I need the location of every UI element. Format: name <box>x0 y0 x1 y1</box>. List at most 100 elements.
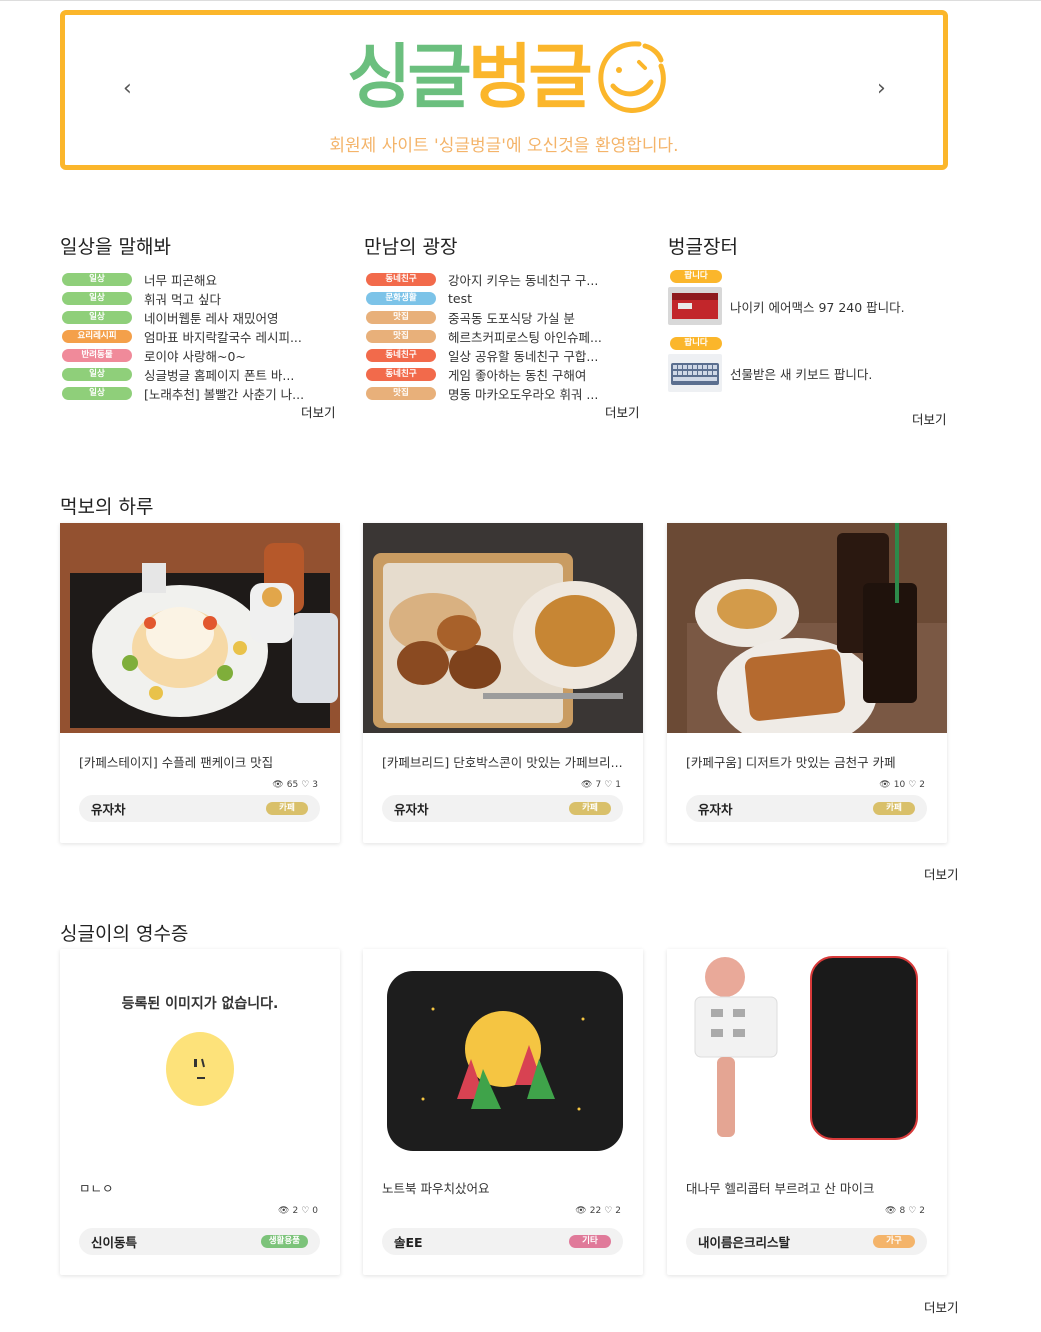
market-item-title: 나이키 에어맥스 97 240 팝니다. <box>730 299 905 315</box>
like-count: 2 <box>615 1206 621 1216</box>
market-item[interactable]: 팝니다 나이키 에어맥스 97 240 팝니다. <box>668 270 948 337</box>
board-post[interactable]: 일상 네이버웹툰 레사 재밌어영 <box>60 308 340 327</box>
post-title: 로이야 사랑해~0~ <box>144 349 246 364</box>
category-badge: 팝니다 <box>670 337 722 350</box>
more-link-receipts[interactable]: 더보기 <box>924 1297 959 1316</box>
board-post[interactable]: 맛집 중곡동 도포식당 가실 분 <box>364 308 644 327</box>
board-daily: 일상을 말해봐 일상 너무 피곤해요 일상 휘궈 먹고 싶다 일상 네이버웹툰 레사 재밌… <box>60 232 340 403</box>
post-title: 명동 마카오도우라오 휘궈 ... <box>448 387 599 402</box>
post-title: 네이버웹툰 레사 재밌어영 <box>144 311 279 326</box>
board-post[interactable]: 맛집 명동 마카오도우라오 휘궈 ... <box>364 384 644 403</box>
board-post[interactable]: 문화생활 test <box>364 289 644 308</box>
card-stats: 👁 7 ♡ 1 <box>581 780 621 790</box>
card-footer: 신이동특 생활용품 <box>79 1228 320 1255</box>
post-title: 강아지 키우는 동네친구 구... <box>448 273 599 288</box>
hero-banner: ‹ 싱글벙글 › 회원제 사이트 '싱글벙글'에 오신것을 환영합니다. <box>60 10 948 170</box>
receipt-card[interactable]: 대나무 헬리콥터 부르려고 산 마이크 👁 8 ♡ 2 내이름은크리스탈 가구 <box>667 949 947 1275</box>
author-name[interactable]: 솔EE <box>394 1232 423 1251</box>
board-post[interactable]: 일상 [노래추천] 볼빨간 사춘기 나... <box>60 384 340 403</box>
like-count: 0 <box>312 1206 318 1216</box>
eye-icon: 👁 <box>879 780 891 790</box>
card-footer: 내이름은크리스탈 가구 <box>686 1228 927 1255</box>
no-image-text: 등록된 이미지가 없습니다. <box>121 996 279 1012</box>
author-name[interactable]: 내이름은크리스탈 <box>698 1232 790 1251</box>
like-count: 2 <box>919 780 925 790</box>
post-title: [노래추천] 볼빨간 사춘기 나... <box>144 387 305 402</box>
smiley-icon <box>598 41 666 113</box>
pancake-photo <box>60 523 340 733</box>
post-title: 너무 피곤해요 <box>144 273 217 288</box>
category-badge: 맛집 <box>366 330 436 343</box>
view-count: 7 <box>595 780 602 790</box>
card-footer: 유자차 카페 <box>382 795 623 822</box>
heart-icon: ♡ <box>301 780 310 790</box>
more-link-daily[interactable]: 더보기 <box>301 402 336 421</box>
like-count: 1 <box>615 780 621 790</box>
food-card[interactable]: [카페스테이지] 수플레 팬케이크 맛집 👁 65 ♡ 3 유자차 카페 <box>60 523 340 843</box>
like-count: 2 <box>919 1206 925 1216</box>
more-link-meeting[interactable]: 더보기 <box>605 402 640 421</box>
board-post[interactable]: 요리레시피 엄마표 바지락칼국수 레시피... <box>60 327 340 346</box>
moon-face-icon <box>166 1032 234 1106</box>
card-title: 노트북 파우치샀어요 <box>382 1181 490 1196</box>
receipt-card[interactable]: 등록된 이미지가 없습니다. ㅁㄴㅇ 👁 2 ♡ 0 신이동특 생활용품 <box>60 949 340 1275</box>
heart-icon: ♡ <box>908 1206 917 1216</box>
author-name[interactable]: 유자차 <box>394 799 429 818</box>
card-footer: 유자차 카페 <box>686 795 927 822</box>
waffle-photo <box>667 523 947 733</box>
food-card[interactable]: [카페브리드] 단호박스콘이 맛있는 가페브리... 👁 7 ♡ 1 유자차 카페 <box>363 523 643 843</box>
logo-text: 싱글벙글 <box>347 36 593 118</box>
heart-icon: ♡ <box>604 780 613 790</box>
card-footer: 솔EE 기타 <box>382 1228 623 1255</box>
market-item[interactable]: 팝니다 선물받은 새 키보드 팝니다. <box>668 337 948 404</box>
prev-slide-icon[interactable]: ‹ <box>123 78 139 100</box>
board-title[interactable]: 만남의 광장 <box>364 232 644 258</box>
more-link-food[interactable]: 더보기 <box>924 864 959 883</box>
card-title: [카페스테이지] 수플레 팬케이크 맛집 <box>79 755 274 770</box>
author-name[interactable]: 신이동특 <box>91 1232 137 1251</box>
eye-icon: 👁 <box>581 780 593 790</box>
view-count: 10 <box>893 780 906 790</box>
post-title: test <box>448 291 473 306</box>
board-post[interactable]: 맛집 헤르츠커피로스팅 아인슈페... <box>364 327 644 346</box>
receipt-card[interactable]: 노트북 파우치샀어요 👁 22 ♡ 2 솔EE 기타 <box>363 949 643 1275</box>
card-stats: 👁 10 ♡ 2 <box>879 780 925 790</box>
post-title: 휘궈 먹고 싶다 <box>144 292 221 307</box>
category-badge: 문화생활 <box>366 292 436 305</box>
board-post[interactable]: 일상 싱글벙글 홈페이지 폰트 바... <box>60 365 340 384</box>
card-stats: 👁 65 ♡ 3 <box>272 780 318 790</box>
category-badge: 카페 <box>873 802 915 815</box>
eye-icon: 👁 <box>278 1206 290 1216</box>
next-slide-icon[interactable]: › <box>877 78 893 100</box>
heart-icon: ♡ <box>908 780 917 790</box>
author-name[interactable]: 유자차 <box>698 799 733 818</box>
category-badge: 반려동물 <box>62 349 132 362</box>
top-divider <box>0 0 1041 3</box>
more-link-market[interactable]: 더보기 <box>912 409 947 428</box>
board-post[interactable]: 동네친구 게임 좋아하는 동친 구해여 <box>364 365 644 384</box>
post-title: 엄마표 바지락칼국수 레시피... <box>144 330 302 345</box>
view-count: 8 <box>899 1206 906 1216</box>
category-badge: 카페 <box>266 802 308 815</box>
board-post[interactable]: 동네친구 일상 공유할 동네친구 구합... <box>364 346 644 365</box>
heart-icon: ♡ <box>604 1206 613 1216</box>
board-title[interactable]: 일상을 말해봐 <box>60 232 340 258</box>
author-name[interactable]: 유자차 <box>91 799 126 818</box>
board-post[interactable]: 일상 너무 피곤해요 <box>60 270 340 289</box>
food-card[interactable]: [카페구움] 디저트가 맛있는 금천구 카페 👁 10 ♡ 2 유자차 카페 <box>667 523 947 843</box>
category-badge: 카페 <box>569 802 611 815</box>
category-badge: 요리레시피 <box>62 330 132 343</box>
board-post[interactable]: 반려동물 로이야 사랑해~0~ <box>60 346 340 365</box>
site-logo[interactable]: 싱글벙글 <box>347 35 669 119</box>
board-post[interactable]: 동네친구 강아지 키우는 동네친구 구... <box>364 270 644 289</box>
post-title: 싱글벙글 홈페이지 폰트 바... <box>144 368 295 383</box>
card-stats: 👁 22 ♡ 2 <box>575 1206 621 1216</box>
board-title[interactable]: 벙글장터 <box>668 232 948 258</box>
card-title: 대나무 헬리콥터 부르려고 산 마이크 <box>686 1181 875 1196</box>
category-badge: 일상 <box>62 368 132 381</box>
card-footer: 유자차 카페 <box>79 795 320 822</box>
card-title: ㅁㄴㅇ <box>79 1181 114 1196</box>
eye-icon: 👁 <box>575 1206 587 1216</box>
board-post[interactable]: 일상 휘궈 먹고 싶다 <box>60 289 340 308</box>
view-count: 22 <box>589 1206 602 1216</box>
